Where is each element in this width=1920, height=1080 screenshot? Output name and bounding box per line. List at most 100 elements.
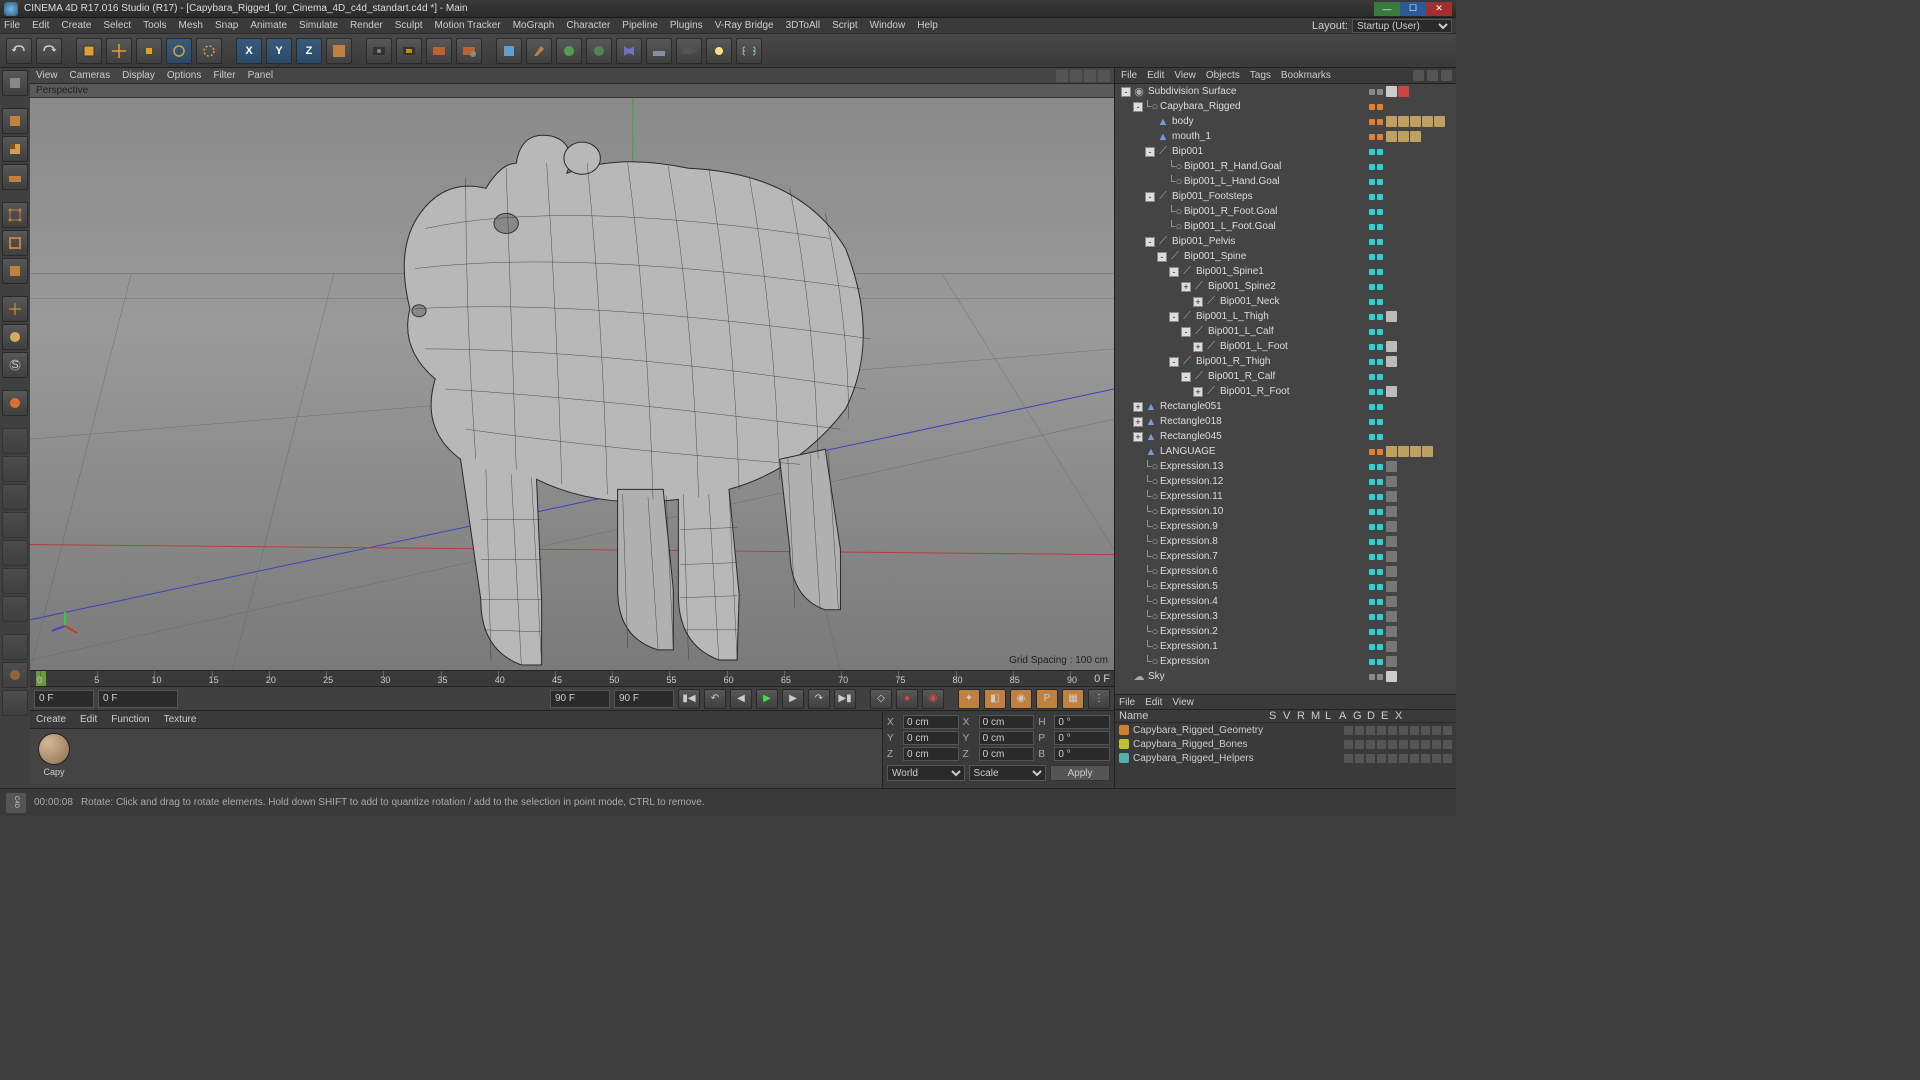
- apply-button[interactable]: Apply: [1050, 765, 1110, 781]
- object-name[interactable]: mouth_1: [1172, 131, 1366, 142]
- param-key-button[interactable]: P: [1036, 689, 1058, 709]
- visibility-dots[interactable]: [1366, 434, 1386, 440]
- expand-toggle[interactable]: +: [1133, 417, 1143, 427]
- object-tags[interactable]: [1386, 446, 1456, 457]
- pos-field[interactable]: 0 cm: [903, 747, 959, 761]
- size-field[interactable]: 0 cm: [979, 731, 1035, 745]
- x-axis-button[interactable]: X: [236, 38, 262, 64]
- tweak-button[interactable]: [2, 484, 28, 510]
- expand-toggle[interactable]: -: [1145, 147, 1155, 157]
- ommenu-bookmarks[interactable]: Bookmarks: [1281, 70, 1331, 81]
- object-name[interactable]: Capybara_Rigged: [1160, 101, 1366, 112]
- menu-plugins[interactable]: Plugins: [670, 20, 703, 31]
- object-name[interactable]: Expression.9: [1160, 521, 1366, 532]
- add-cube-button[interactable]: [496, 38, 522, 64]
- object-manager-tree[interactable]: -◉Subdivision Surface-└○Capybara_Rigged▲…: [1115, 84, 1456, 694]
- visibility-dots[interactable]: [1366, 89, 1386, 95]
- object-name[interactable]: Bip001_R_Hand.Goal: [1184, 161, 1366, 172]
- tree-row[interactable]: ▲mouth_1: [1115, 129, 1456, 144]
- visibility-dots[interactable]: [1366, 539, 1386, 545]
- menu-file[interactable]: File: [4, 20, 20, 31]
- object-name[interactable]: Bip001_R_Thigh: [1196, 356, 1366, 367]
- object-name[interactable]: Expression.4: [1160, 596, 1366, 607]
- object-name[interactable]: Bip001_L_Calf: [1208, 326, 1366, 337]
- expand-toggle[interactable]: -: [1157, 252, 1167, 262]
- object-tags[interactable]: [1386, 581, 1456, 592]
- object-tags[interactable]: [1386, 671, 1456, 682]
- tree-row[interactable]: +⟋Bip001_Neck: [1115, 294, 1456, 309]
- scale-key-button[interactable]: ◧: [984, 689, 1006, 709]
- visibility-dots[interactable]: [1366, 119, 1386, 125]
- ommenu-view[interactable]: View: [1174, 70, 1196, 81]
- soft-select-button[interactable]: [2, 324, 28, 350]
- object-name[interactable]: Sky: [1148, 671, 1366, 682]
- tree-row[interactable]: -⟋Bip001_Spine: [1115, 249, 1456, 264]
- object-name[interactable]: Expression.13: [1160, 461, 1366, 472]
- coord-type-select[interactable]: Scale: [969, 765, 1047, 781]
- size-field[interactable]: 0 cm: [979, 715, 1035, 729]
- visibility-dots[interactable]: [1366, 659, 1386, 665]
- add-nurbs-button[interactable]: [556, 38, 582, 64]
- vpmenu-cameras[interactable]: Cameras: [70, 70, 111, 81]
- visibility-dots[interactable]: [1366, 494, 1386, 500]
- menu-mograph[interactable]: MoGraph: [513, 20, 555, 31]
- scale-button[interactable]: [136, 38, 162, 64]
- visibility-dots[interactable]: [1366, 299, 1386, 305]
- visibility-dots[interactable]: [1366, 239, 1386, 245]
- vpmenu-options[interactable]: Options: [167, 70, 201, 81]
- expand-toggle[interactable]: +: [1193, 342, 1203, 352]
- object-tags[interactable]: [1386, 536, 1456, 547]
- menu-select[interactable]: Select: [103, 20, 131, 31]
- object-name[interactable]: Bip001_L_Thigh: [1196, 311, 1366, 322]
- tree-row[interactable]: +▲Rectangle051: [1115, 399, 1456, 414]
- model-mode-button[interactable]: [2, 108, 28, 134]
- visibility-dots[interactable]: [1366, 194, 1386, 200]
- visibility-dots[interactable]: [1366, 149, 1386, 155]
- edges-mode-button[interactable]: [2, 230, 28, 256]
- object-tags[interactable]: [1386, 311, 1456, 322]
- menu-3dtoall[interactable]: 3DToAll: [786, 20, 820, 31]
- record-key-button[interactable]: ◇: [870, 689, 892, 709]
- tree-row[interactable]: └○Expression.6: [1115, 564, 1456, 579]
- options-button[interactable]: ⋮: [1088, 689, 1110, 709]
- tree-row[interactable]: └○Expression.11: [1115, 489, 1456, 504]
- material-manager[interactable]: Capy: [30, 728, 882, 784]
- visibility-dots[interactable]: [1366, 599, 1386, 605]
- matmenu-edit[interactable]: Edit: [80, 714, 97, 725]
- python-button[interactable]: [2, 690, 28, 716]
- visibility-dots[interactable]: [1366, 209, 1386, 215]
- object-tags[interactable]: [1386, 491, 1456, 502]
- vpmenu-filter[interactable]: Filter: [213, 70, 235, 81]
- menu-pipeline[interactable]: Pipeline: [622, 20, 658, 31]
- ommenu-tags[interactable]: Tags: [1250, 70, 1271, 81]
- object-name[interactable]: Bip001: [1172, 146, 1366, 157]
- add-camera-button[interactable]: [676, 38, 702, 64]
- om-search-icon[interactable]: [1413, 70, 1424, 81]
- object-name[interactable]: Bip001_L_Foot: [1220, 341, 1366, 352]
- visibility-dots[interactable]: [1366, 329, 1386, 335]
- object-tags[interactable]: [1386, 551, 1456, 562]
- tree-row[interactable]: └○Expression: [1115, 654, 1456, 669]
- visibility-dots[interactable]: [1366, 644, 1386, 650]
- menu-snap[interactable]: Snap: [215, 20, 238, 31]
- layermenu-file[interactable]: File: [1119, 697, 1135, 708]
- object-name[interactable]: Bip001_Pelvis: [1172, 236, 1366, 247]
- visibility-dots[interactable]: [1366, 629, 1386, 635]
- object-tags[interactable]: [1386, 116, 1456, 127]
- tree-row[interactable]: ☁Sky: [1115, 669, 1456, 684]
- object-tags[interactable]: [1386, 341, 1456, 352]
- object-tags[interactable]: [1386, 356, 1456, 367]
- visibility-dots[interactable]: [1366, 524, 1386, 530]
- go-end-button[interactable]: ▶▮: [834, 689, 856, 709]
- expand-toggle[interactable]: +: [1193, 387, 1203, 397]
- tree-row[interactable]: └○Expression.5: [1115, 579, 1456, 594]
- visibility-dots[interactable]: [1366, 449, 1386, 455]
- tree-row[interactable]: └○Bip001_R_Foot.Goal: [1115, 204, 1456, 219]
- next-frame-button[interactable]: ▶: [782, 689, 804, 709]
- layermenu-view[interactable]: View: [1172, 697, 1194, 708]
- tree-row[interactable]: -⟋Bip001: [1115, 144, 1456, 159]
- object-tags[interactable]: [1386, 641, 1456, 652]
- menu-character[interactable]: Character: [566, 20, 610, 31]
- pla-key-button[interactable]: ▦: [1062, 689, 1084, 709]
- menu-render[interactable]: Render: [350, 20, 383, 31]
